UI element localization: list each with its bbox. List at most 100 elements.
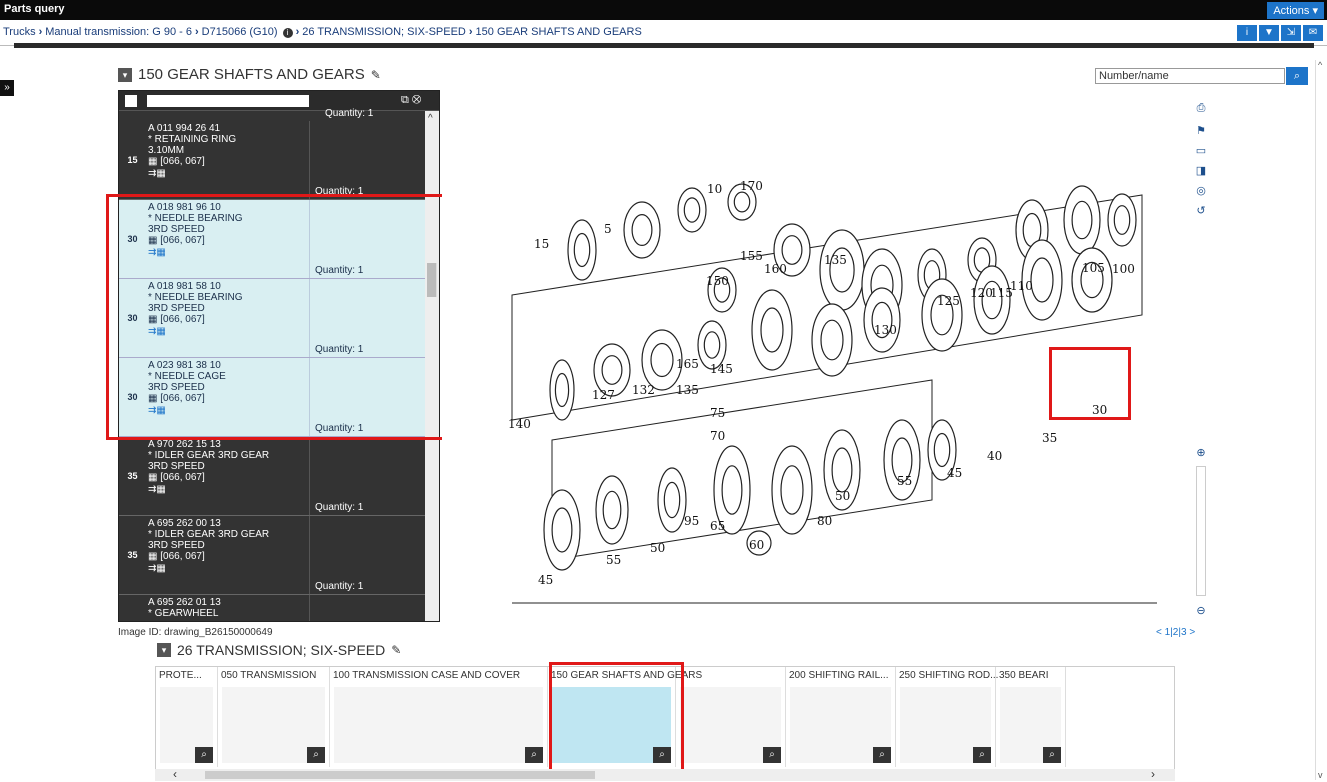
callout-label[interactable]: 95: [684, 514, 699, 528]
callout-label[interactable]: 50: [650, 541, 665, 555]
table-row[interactable]: 15 A 011 994 26 41 * RETAINING RING 3.10MM ▦…: [119, 121, 439, 200]
thumbnail-item[interactable]: PROTE... ⌕: [156, 667, 218, 767]
breadcrumb-item-subgroup[interactable]: 150 GEAR SHAFTS AND GEARS: [476, 26, 642, 38]
filter-icon[interactable]: ▼: [1259, 25, 1279, 41]
callout-label[interactable]: 100: [1112, 262, 1135, 276]
callout-label[interactable]: 105: [1082, 261, 1105, 275]
callout-label[interactable]: 45: [538, 573, 553, 587]
zoom-icon[interactable]: ⌕: [973, 747, 991, 763]
callout-label[interactable]: 65: [710, 519, 725, 533]
zoom-out-icon[interactable]: ⊖: [1192, 604, 1210, 617]
callout-label[interactable]: 35: [1042, 431, 1057, 445]
part-number[interactable]: A 695 262 00 13: [148, 518, 308, 529]
print-icon[interactable]: ⎙: [1192, 102, 1210, 115]
thumbnail-scrollbar[interactable]: ‹ ›: [155, 767, 1175, 781]
pager-page-1[interactable]: 1: [1165, 627, 1171, 638]
select-all-checkbox[interactable]: [125, 95, 137, 107]
scroll-right-icon[interactable]: ›: [1151, 767, 1155, 781]
callout-label[interactable]: 132: [632, 383, 655, 397]
callout-label[interactable]: 150: [706, 274, 729, 288]
info-icon[interactable]: i: [1237, 25, 1257, 41]
callout-label[interactable]: 5: [604, 222, 612, 236]
callout-label[interactable]: 160: [764, 262, 787, 276]
position-number: [119, 595, 146, 621]
edit-icon[interactable]: ✎: [371, 68, 381, 82]
table-row[interactable]: 35 A 695 262 00 13 * IDLER GEAR 3RD GEAR 3R…: [119, 516, 439, 595]
callout-label[interactable]: 135: [676, 383, 699, 397]
callout-label[interactable]: 70: [710, 429, 725, 443]
scroll-left-icon[interactable]: ‹: [173, 767, 177, 781]
workshop-icon[interactable]: ⇉▦: [148, 563, 308, 575]
callout-label[interactable]: 165: [676, 357, 699, 371]
pager-prev[interactable]: <: [1156, 627, 1162, 638]
callout-label[interactable]: 170: [740, 179, 763, 193]
collapse-button[interactable]: ▾: [118, 67, 132, 82]
callout-label[interactable]: 60: [749, 538, 764, 552]
thumbnail-item[interactable]: 100 TRANSMISSION CASE AND COVER ⌕: [330, 667, 548, 767]
reset-icon[interactable]: ↺: [1192, 204, 1210, 217]
save-icon[interactable]: ◨: [1192, 164, 1210, 177]
zoom-icon[interactable]: ⌕: [195, 747, 213, 763]
breadcrumb-item-model[interactable]: Manual transmission: G 90 - 6: [45, 26, 192, 38]
target-icon[interactable]: ◎: [1192, 184, 1210, 197]
pager-next[interactable]: >: [1189, 627, 1195, 638]
zoom-icon[interactable]: ⌕: [763, 747, 781, 763]
pager-page-2[interactable]: 2: [1173, 627, 1179, 638]
info-icon[interactable]: i: [282, 28, 293, 38]
thumbnail-image[interactable]: [334, 687, 543, 763]
callout-label[interactable]: 127: [592, 388, 615, 402]
callout-label[interactable]: 55: [897, 474, 912, 488]
export-icon[interactable]: ⇲: [1281, 25, 1301, 41]
callout-label[interactable]: 10: [707, 182, 722, 196]
thumbnail-item[interactable]: 200 SHIFTING RAIL... ⌕: [786, 667, 896, 767]
callout-label[interactable]: 110: [1010, 279, 1033, 293]
workshop-icon[interactable]: ⇉▦: [148, 168, 308, 180]
collapse-button[interactable]: ▾: [157, 643, 171, 657]
callout-label[interactable]: 135: [824, 253, 847, 267]
zoom-slider[interactable]: [1196, 466, 1206, 596]
callout-label[interactable]: 55: [606, 553, 621, 567]
part-number[interactable]: A 011 994 26 41: [148, 123, 308, 134]
search-button[interactable]: ⌕: [1286, 67, 1308, 85]
callout-label[interactable]: 80: [817, 514, 832, 528]
callout-label[interactable]: 50: [835, 489, 850, 503]
workshop-icon[interactable]: ⇉▦: [148, 484, 308, 496]
callout-label[interactable]: 125: [937, 294, 960, 308]
callout-label[interactable]: 145: [710, 362, 733, 376]
thumbnail-item[interactable]: 350 BEARI ⌕: [996, 667, 1066, 767]
breadcrumb-item-trucks[interactable]: Trucks: [3, 26, 36, 38]
table-row[interactable]: 35 A 970 262 15 13 * IDLER GEAR 3RD GEAR 3R…: [119, 437, 439, 516]
zoom-icon[interactable]: ⌕: [873, 747, 891, 763]
comment-icon[interactable]: ▭: [1192, 144, 1210, 157]
edit-icon[interactable]: ✎: [391, 643, 401, 657]
copy-cart-icon[interactable]: ⧉ ⛒: [401, 94, 421, 107]
main-scrollbar[interactable]: ^ v: [1315, 60, 1327, 780]
callout-label[interactable]: 40: [987, 449, 1002, 463]
mail-icon[interactable]: ✉: [1303, 25, 1323, 41]
sidebar-toggle-button[interactable]: »: [0, 80, 14, 96]
actions-menu-button[interactable]: Actions ▾: [1267, 2, 1324, 19]
zoom-icon[interactable]: ⌕: [1043, 747, 1061, 763]
part-number[interactable]: A 970 262 15 13: [148, 439, 308, 450]
callout-label[interactable]: 155: [740, 249, 763, 263]
breadcrumb-item-group[interactable]: 26 TRANSMISSION; SIX-SPEED: [302, 26, 466, 38]
flag-icon[interactable]: ⚑: [1192, 124, 1210, 137]
search-input[interactable]: [1095, 68, 1285, 84]
thumbnail-item[interactable]: ⌕: [676, 667, 786, 767]
thumbnail-item[interactable]: 250 SHIFTING ROD... ⌕: [896, 667, 998, 767]
pager-page-3[interactable]: 3: [1181, 627, 1187, 638]
quantity-label: Quantity: 1: [325, 108, 374, 119]
callout-label[interactable]: 45: [947, 466, 962, 480]
zoom-in-icon[interactable]: ⊕: [1192, 446, 1210, 459]
callout-label[interactable]: 75: [710, 406, 725, 420]
zoom-icon[interactable]: ⌕: [525, 747, 543, 763]
table-row[interactable]: A 695 262 01 13 * GEARWHEEL: [119, 595, 439, 621]
part-number[interactable]: A 695 262 01 13: [148, 597, 308, 608]
callout-label[interactable]: 15: [534, 237, 549, 251]
zoom-icon[interactable]: ⌕: [307, 747, 325, 763]
callout-label[interactable]: 140: [508, 417, 531, 431]
breadcrumb-item-engine[interactable]: D715066 (G10): [202, 26, 278, 38]
parts-filter-input[interactable]: [147, 95, 309, 107]
thumbnail-item[interactable]: 050 TRANSMISSION ⌕: [218, 667, 330, 767]
callout-label[interactable]: 130: [874, 323, 897, 337]
